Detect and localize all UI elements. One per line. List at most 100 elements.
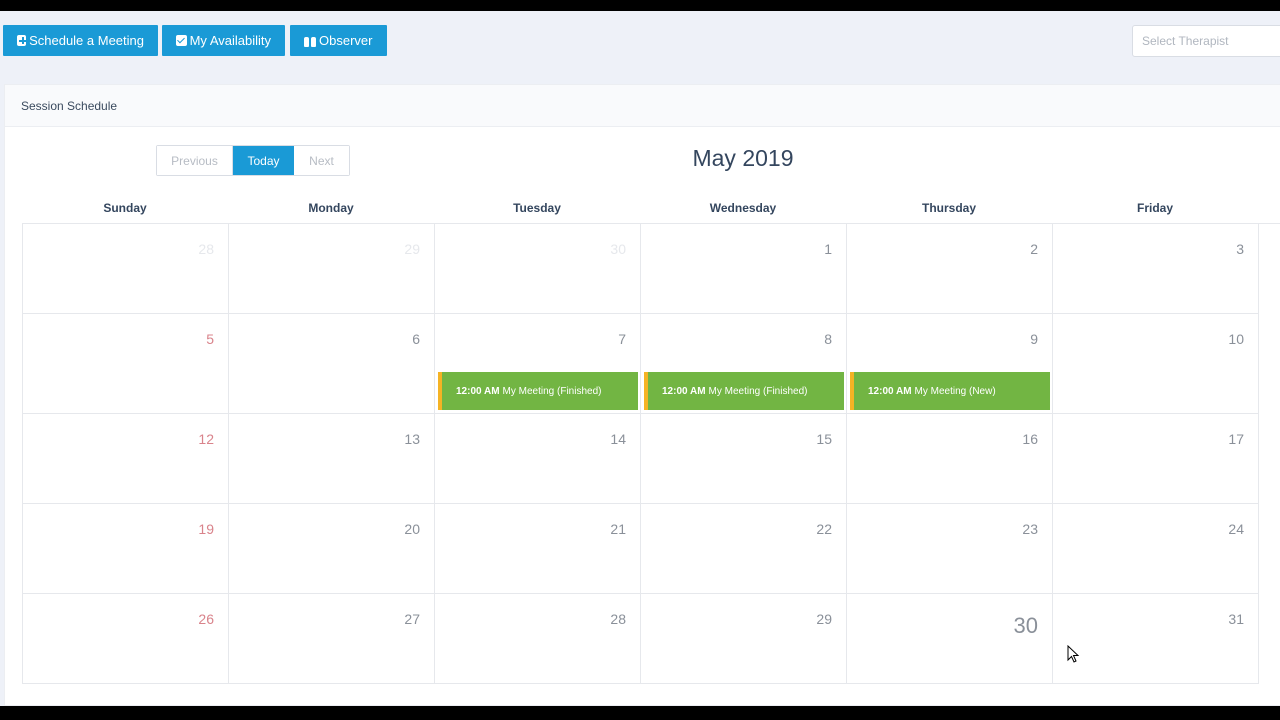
calendar-day-cell[interactable]: 21 [435,504,641,594]
day-number: 19 [198,521,214,537]
calendar-day-cell[interactable]: 30 [435,224,641,314]
calendar-day-cell[interactable]: 20 [229,504,435,594]
calendar-week: 12 13 14 15 16 17 [23,414,1280,504]
event-time: 12:00 AM [662,385,706,397]
day-number: 16 [1022,431,1038,447]
panel-title: Session Schedule [21,98,118,113]
day-number: 7 [618,331,626,347]
calendar-week: 26 27 28 29 30 31 [23,594,1280,684]
select-therapist-dropdown[interactable]: Select Therapist [1132,25,1280,57]
toolbar: Schedule a Meeting My Availability Obser… [0,11,1280,84]
calendar-day-cell[interactable]: 22 [641,504,847,594]
weekday-friday: Friday [1136,201,1173,215]
observer-button[interactable]: Observer [290,25,387,56]
my-availability-button[interactable]: My Availability [162,25,285,56]
day-number: 21 [610,521,626,537]
calendar-day-cell[interactable]: 9 12:00 AM My Meeting (New) [847,314,1053,414]
calendar-day-cell[interactable]: 7 12:00 AM My Meeting (Finished) [435,314,641,414]
calendar-day-cell[interactable]: 27 [229,594,435,684]
app: Schedule a Meeting My Availability Obser… [0,11,1280,706]
calendar-day-cell[interactable]: 6 [229,314,435,414]
day-number: 29 [404,241,420,257]
my-availability-label: My Availability [189,33,271,48]
calendar-day-cell[interactable]: 10 [1053,314,1259,414]
calendar-day-cell[interactable]: 24 [1053,504,1259,594]
event-title: My Meeting (New) [914,385,996,397]
calendar-day-cell[interactable]: 14 [435,414,641,504]
day-number: 3 [1236,241,1244,257]
day-number: 23 [1022,521,1038,537]
select-therapist-placeholder: Select Therapist [1142,34,1229,48]
binoculars-icon [304,35,316,47]
calendar-week: 5 6 7 12:00 AM My Meeting (Finished) 8 12:00 A… [23,314,1280,414]
calendar-day-cell[interactable]: 13 [229,414,435,504]
calendar-nav: Previous Today Next [156,145,350,176]
calendar-event[interactable]: 12:00 AM My Meeting (New) [850,372,1050,410]
weekday-sunday: Sunday [103,201,147,215]
observer-label: Observer [319,33,373,48]
panel-header: Session Schedule [5,85,1280,127]
day-number: 28 [610,611,626,627]
event-time: 12:00 AM [868,385,912,397]
check-square-icon [176,35,187,46]
calendar-day-cell[interactable]: 16 [847,414,1053,504]
plus-square-icon [17,35,27,46]
day-number: 5 [206,331,214,347]
day-number: 10 [1228,331,1244,347]
calendar-day-cell[interactable]: 1 [641,224,847,314]
schedule-meeting-button[interactable]: Schedule a Meeting [3,25,158,56]
calendar-event[interactable]: 12:00 AM My Meeting (Finished) [438,372,638,410]
event-time: 12:00 AM [456,385,500,397]
day-number: 14 [610,431,626,447]
calendar-day-cell[interactable]: 29 [229,224,435,314]
day-number: 30 [1013,613,1038,638]
calendar-day-cell[interactable]: 28 [23,224,229,314]
day-number: 15 [816,431,832,447]
calendar-day-cell[interactable]: 29 [641,594,847,684]
calendar-day-cell[interactable]: 19 [23,504,229,594]
day-number: 29 [816,611,832,627]
calendar-day-cell[interactable]: 2 [847,224,1053,314]
day-number: 31 [1228,611,1244,627]
session-schedule-panel: Session Schedule Previous Today Next May… [4,84,1280,706]
weekday-header: Sunday Monday Tuesday Wednesday Thursday… [22,201,1258,221]
day-number: 26 [198,611,214,627]
event-title: My Meeting (Finished) [708,385,808,397]
previous-button[interactable]: Previous [157,146,233,175]
calendar-day-cell[interactable]: 23 [847,504,1053,594]
calendar-day-cell[interactable]: 30 [847,594,1053,684]
calendar-week: 28 29 30 1 2 3 [23,224,1280,314]
calendar-day-cell[interactable]: 8 12:00 AM My Meeting (Finished) [641,314,847,414]
day-number: 24 [1228,521,1244,537]
weekday-wednesday: Wednesday [709,201,777,215]
day-number: 17 [1228,431,1244,447]
calendar-event[interactable]: 12:00 AM My Meeting (Finished) [644,372,844,410]
calendar-day-cell[interactable]: 5 [23,314,229,414]
next-button[interactable]: Next [294,146,349,175]
day-number: 1 [824,241,832,257]
weekday-monday: Monday [308,201,354,215]
calendar-week: 19 20 21 22 23 24 [23,504,1280,594]
day-number: 22 [816,521,832,537]
calendar-day-cell[interactable]: 12 [23,414,229,504]
day-number: 13 [404,431,420,447]
day-number: 27 [404,611,420,627]
day-number: 8 [824,331,832,347]
event-title: My Meeting (Finished) [502,385,602,397]
schedule-meeting-label: Schedule a Meeting [29,33,144,48]
calendar-day-cell[interactable]: 28 [435,594,641,684]
calendar-day-cell[interactable]: 31 [1053,594,1259,684]
calendar-day-cell[interactable]: 15 [641,414,847,504]
day-number: 2 [1030,241,1038,257]
calendar-day-cell[interactable]: 17 [1053,414,1259,504]
calendar-day-cell[interactable]: 26 [23,594,229,684]
weekday-tuesday: Tuesday [513,201,561,215]
today-button[interactable]: Today [233,146,294,175]
day-number: 28 [198,241,214,257]
day-number: 30 [610,241,626,257]
day-number: 20 [404,521,420,537]
day-number: 6 [412,331,420,347]
month-title: May 2019 [692,145,794,171]
calendar-day-cell[interactable]: 3 [1053,224,1259,314]
day-number: 12 [198,431,214,447]
